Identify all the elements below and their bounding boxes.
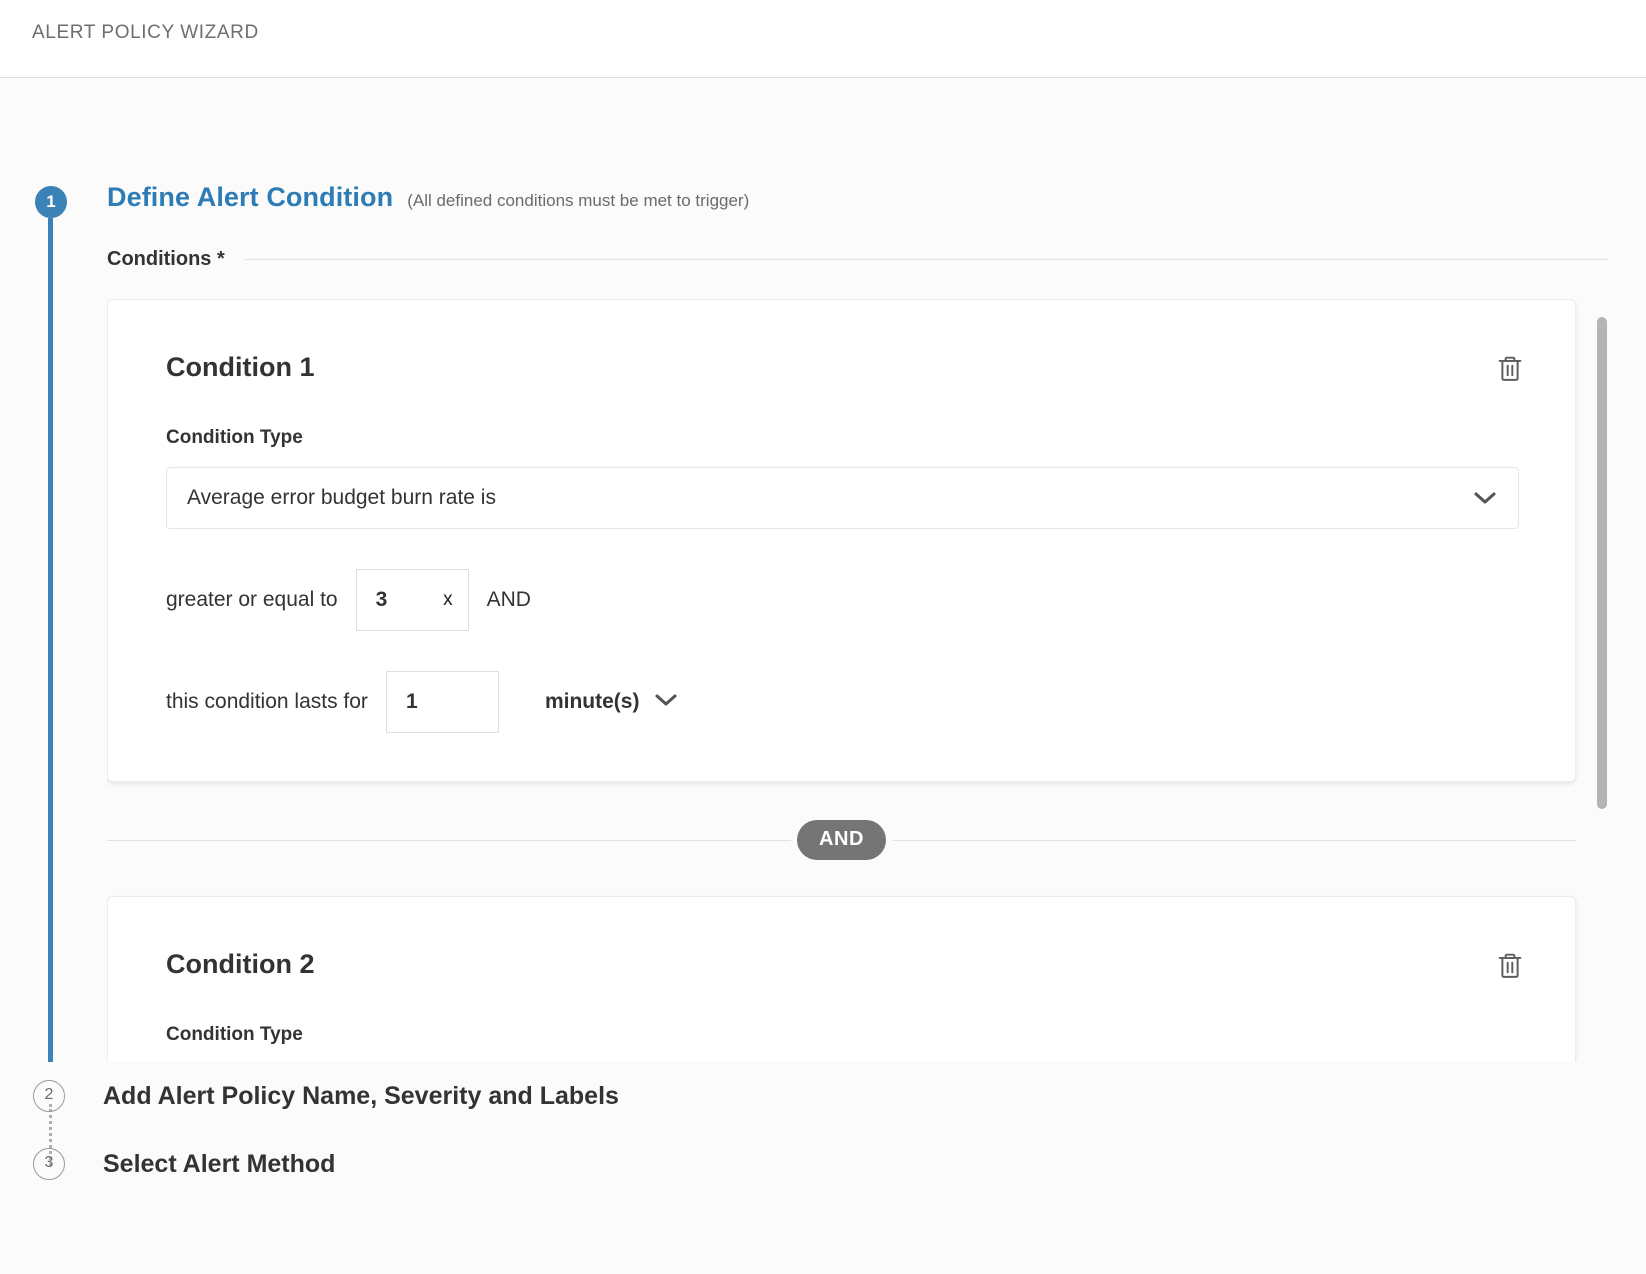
conditions-legend-row: Conditions * — [107, 248, 1608, 271]
step-3-circle[interactable]: 3 — [33, 1148, 65, 1180]
legend-divider — [244, 259, 1608, 260]
step-2-title: Add Alert Policy Name, Severity and Labe… — [103, 1081, 619, 1110]
and-divider-rule-left — [107, 839, 791, 841]
step-2-row[interactable]: 2 Add Alert Policy Name, Severity and La… — [33, 1080, 619, 1112]
condition-2-title: Condition 2 — [166, 949, 315, 979]
condition-1-type-value: Average error budget burn rate is — [187, 486, 496, 509]
condition-1-threshold-value: 3 — [375, 588, 388, 611]
chevron-down-icon — [1472, 490, 1498, 506]
conditions-section: Conditions * Condition 1 Condition Type — [107, 248, 1608, 1144]
page-title: ALERT POLICY WIZARD — [32, 22, 259, 43]
conditions-legend: Conditions * — [107, 248, 225, 270]
condition-1-conjunction: AND — [486, 588, 531, 611]
condition-1-duration-unit-value: minute(s) — [544, 690, 640, 713]
step-marker-1[interactable]: 1 — [33, 186, 69, 218]
step-3-title: Select Alert Method — [103, 1149, 336, 1178]
condition-1-duration-input[interactable]: 1 — [385, 671, 499, 733]
chevron-down-icon — [653, 692, 679, 713]
trash-icon — [1498, 356, 1522, 381]
condition-1-duration-row: this condition lasts for 1 minute(s) — [166, 671, 1519, 733]
step-1-title: Define Alert Condition — [107, 182, 394, 212]
condition-1-type-label: Condition Type — [166, 427, 303, 448]
step-1-circle[interactable]: 1 — [35, 186, 67, 218]
condition-1-duration-value: 1 — [405, 690, 418, 713]
delete-condition-1-button[interactable] — [1493, 352, 1527, 386]
condition-2-type-label: Condition Type — [166, 1024, 303, 1045]
and-operator-badge[interactable]: AND — [796, 820, 887, 860]
delete-condition-2-button[interactable] — [1493, 949, 1527, 983]
condition-1-type-select[interactable]: Average error budget burn rate is — [166, 467, 1519, 529]
condition-1-duration-label: this condition lasts for — [166, 690, 368, 713]
collapsed-steps: 2 Add Alert Policy Name, Severity and La… — [0, 1062, 1646, 1274]
condition-1-threshold-suffix: x — [443, 589, 453, 610]
step-3-row[interactable]: 3 Select Alert Method — [33, 1148, 335, 1180]
condition-1-comparator-label: greater or equal to — [166, 588, 338, 611]
trash-icon — [1498, 953, 1522, 978]
and-divider-rule-right — [892, 839, 1577, 841]
step-1-note: (All defined conditions must be met to t… — [407, 191, 750, 210]
condition-1-threshold-input[interactable]: 3 x — [355, 569, 469, 631]
wizard-body: 1 Define Alert Condition (All defined co… — [0, 78, 1646, 1274]
conditions-and-divider: AND — [107, 820, 1577, 860]
condition-card-1: Condition 1 Condition Type Average error… — [107, 299, 1576, 782]
conditions-scrollbar-track[interactable] — [1596, 299, 1608, 1144]
step-connector-line — [48, 218, 53, 1142]
condition-1-duration-unit-select[interactable]: minute(s) — [517, 690, 680, 714]
conditions-scrollbar-thumb[interactable] — [1597, 317, 1607, 809]
condition-1-title: Condition 1 — [166, 352, 315, 382]
conditions-scroll-area[interactable]: Condition 1 Condition Type Average error… — [107, 299, 1608, 1144]
condition-1-threshold-row: greater or equal to 3 x AND — [166, 569, 1519, 631]
step-2-circle[interactable]: 2 — [33, 1080, 65, 1112]
wizard-header: ALERT POLICY WIZARD — [0, 0, 1646, 78]
step-1-header: Define Alert Condition (All defined cond… — [107, 182, 749, 213]
